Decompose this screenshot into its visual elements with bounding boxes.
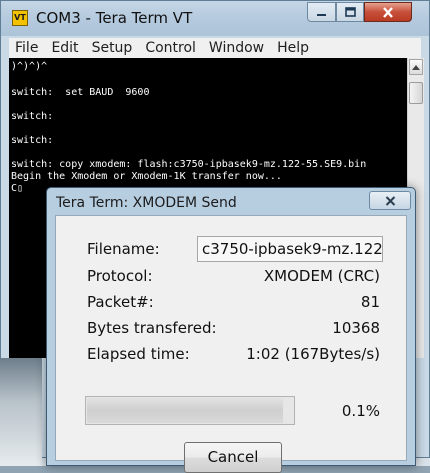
terminal-line: switch: set BAUD 9600 bbox=[11, 87, 150, 98]
arrow-up-icon bbox=[412, 65, 420, 70]
dialog-close-button[interactable] bbox=[369, 191, 411, 210]
cancel-button[interactable]: Cancel bbox=[184, 442, 282, 473]
packet-value: 81 bbox=[360, 293, 380, 311]
menu-file[interactable]: File bbox=[15, 40, 38, 56]
dialog-body: Filename: c3750-ipbasek9-mz.122 Protocol… bbox=[55, 215, 407, 473]
maximize-icon bbox=[344, 7, 356, 17]
menu-edit[interactable]: Edit bbox=[51, 40, 78, 56]
progress-fill bbox=[87, 398, 283, 423]
progress-bar bbox=[85, 396, 295, 425]
menu-control[interactable]: Control bbox=[145, 40, 196, 56]
dialog-title: Tera Term: XMODEM Send bbox=[56, 195, 237, 211]
title-bar[interactable]: VT COM3 - Tera Term VT bbox=[1, 1, 429, 36]
maximize-button[interactable] bbox=[336, 2, 364, 22]
elapsed-time-value: 1:02 (167Bytes/s) bbox=[246, 345, 380, 363]
close-button[interactable] bbox=[364, 2, 412, 22]
minimize-button[interactable] bbox=[307, 2, 336, 22]
menu-bar: File Edit Setup Control Window Help bbox=[9, 38, 421, 58]
scroll-thumb[interactable] bbox=[409, 82, 423, 104]
protocol-value: XMODEM (CRC) bbox=[263, 267, 380, 285]
scroll-up-button[interactable] bbox=[409, 59, 423, 75]
teraterm-app-icon[interactable]: VT bbox=[12, 10, 28, 26]
window-title: COM3 - Tera Term VT bbox=[36, 9, 193, 27]
menu-help[interactable]: Help bbox=[277, 40, 309, 56]
bytes-transferred-value: 10368 bbox=[332, 319, 380, 337]
minimize-icon bbox=[317, 13, 326, 16]
terminal-line: Begin the Xmodem or Xmodem-1K transfer n… bbox=[11, 171, 282, 182]
terminal-line: C▯ bbox=[11, 183, 24, 194]
filename-field[interactable]: c3750-ipbasek9-mz.122 bbox=[197, 236, 383, 262]
xmodem-send-dialog: Tera Term: XMODEM Send Filename: c3750-i… bbox=[46, 187, 416, 473]
close-icon bbox=[383, 6, 393, 18]
progress-percent: 0.1% bbox=[341, 402, 380, 420]
bytes-transferred-label: Bytes transfered: bbox=[87, 319, 217, 337]
terminal-line: switch: copy xmodem: flash:c3750-ipbasek… bbox=[11, 159, 367, 170]
protocol-label: Protocol: bbox=[87, 267, 153, 285]
background-photo bbox=[0, 358, 42, 466]
terminal-line: switch: bbox=[11, 111, 54, 122]
terminal-line: switch: bbox=[11, 135, 54, 146]
packet-label: Packet#: bbox=[87, 293, 154, 311]
menu-setup[interactable]: Setup bbox=[92, 40, 133, 56]
close-icon bbox=[385, 195, 395, 206]
filename-label: Filename: bbox=[87, 240, 160, 258]
menu-window[interactable]: Window bbox=[209, 40, 264, 56]
elapsed-time-label: Elapsed time: bbox=[87, 345, 190, 363]
terminal-line: )^)^)^ bbox=[11, 61, 48, 72]
